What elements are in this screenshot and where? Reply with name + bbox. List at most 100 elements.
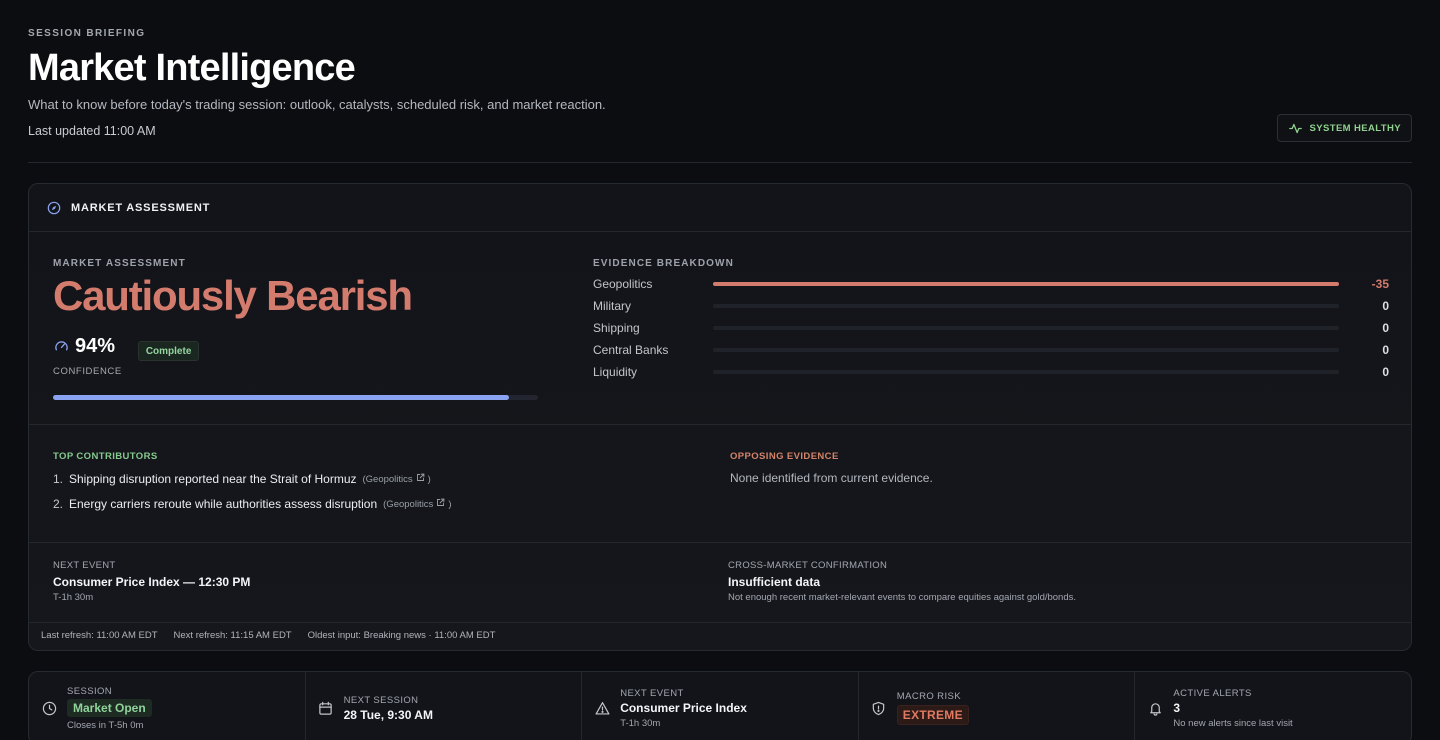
evidence-score: 0 [1382,299,1389,313]
source-link[interactable]: (Geopolitics) [363,473,431,485]
stat-active-alerts[interactable]: ACTIVE ALERTS 3 No new alerts since last… [1135,672,1411,740]
next-event-stat-value: Consumer Price Index [620,700,747,715]
list-item-number: 1. [53,472,64,486]
evidence-score: 0 [1382,321,1389,335]
bell-icon [1147,700,1163,716]
evidence-bar [713,348,1339,352]
calendar-icon [318,700,334,716]
assessment-verdict: Cautiously Bearish [53,272,413,319]
clock-icon [41,700,57,716]
source-tag-label: (Geopolitics [362,473,413,485]
next-event-stat-sub: T-1h 30m [620,717,661,729]
next-session-value: 28 Tue, 9:30 AM [343,707,433,722]
contributor-text: Shipping disruption reported near the St… [69,472,357,486]
card-header: MARKET ASSESSMENT [29,184,1411,232]
evidence-title: EVIDENCE BREAKDOWN [593,258,734,269]
session-caption: SESSION [67,685,113,697]
source-tag-label: (Geopolitics [383,498,434,510]
system-health-label: SYSTEM HEALTHY [1309,122,1401,134]
evidence-bar [713,282,1339,286]
gauge-icon [53,339,69,355]
oldest-input: Oldest input: Breaking news · 11:00 AM E… [307,630,496,641]
list-item: 1. Shipping disruption reported near the … [53,472,693,486]
session-sub: Closes in T-5h 0m [67,719,144,731]
cross-market-caption: CROSS-MARKET CONFIRMATION [728,560,888,571]
evidence-category: Military [593,299,631,313]
evidence-score: 0 [1382,365,1389,379]
confidence-block: 94% CONFIDENCE [53,335,122,377]
evidence-category: Liquidity [593,365,638,379]
evidence-bar [713,326,1339,330]
evidence-row: Central Banks 0 [593,339,1389,361]
page-header: SESSION BRIEFING Market Intelligence Wha… [28,28,1412,138]
confidence-value-line: 94% [53,335,122,358]
card-header-title: MARKET ASSESSMENT [71,201,211,214]
next-event-block: NEXT EVENT Consumer Price Index — 12:30 … [53,560,250,603]
evidence-category: Shipping [593,321,640,335]
list-item: 2. Energy carriers reroute while authorit… [53,497,693,511]
status-bar: SESSION Market Open Closes in T-5h 0m NE… [28,671,1412,740]
opposing-evidence: OPPOSING EVIDENCE None identified from c… [730,451,1370,485]
evidence-score: -35 [1371,277,1389,291]
next-event-countdown: T-1h 30m [53,592,94,603]
next-session-caption: NEXT SESSION [343,694,419,706]
shield-alert-icon [871,700,887,716]
list-item-number: 2. [53,497,64,511]
evidence-bar-fill [713,282,1339,286]
top-contributors-title: TOP CONTRIBUTORS [53,451,158,462]
evidence-category: Geopolitics [593,277,653,291]
evidence-bar [713,370,1339,374]
stat-session[interactable]: SESSION Market Open Closes in T-5h 0m [29,672,306,740]
activity-icon [1288,120,1304,136]
assessment-summary: MARKET ASSESSMENT Cautiously Bearish 94%… [53,258,543,377]
evidence-row: Military 0 [593,295,1389,317]
active-alerts-caption: ACTIVE ALERTS [1173,687,1252,699]
external-link-icon [416,473,425,485]
stat-macro-risk[interactable]: MACRO RISK EXTREME [859,672,1136,740]
cross-market-block: CROSS-MARKET CONFIRMATION Insufficient d… [728,560,1076,603]
cross-market-title: Insufficient data [728,575,821,589]
top-contributors: TOP CONTRIBUTORS 1. Shipping disruption r… [53,451,693,511]
next-event-caption: NEXT EVENT [53,560,116,571]
stat-next-event[interactable]: NEXT EVENT Consumer Price Index T-1h 30m [582,672,859,740]
macro-risk-caption: MACRO RISK [896,691,961,702]
section-divider [29,542,1411,543]
evidence-row: Geopolitics -35 [593,273,1389,295]
evidence-row: Shipping 0 [593,317,1389,339]
confidence-value: 94% [75,335,116,357]
status-badge: Complete [137,341,200,361]
stat-next-session[interactable]: NEXT SESSION 28 Tue, 9:30 AM [306,672,583,740]
evidence-bar [713,304,1339,308]
evidence-row: Liquidity 0 [593,361,1389,383]
next-refresh: Next refresh: 11:15 AM EDT [173,630,292,641]
macro-risk-badge: EXTREME [896,705,969,725]
source-tag-paren: ) [427,473,431,485]
evidence-breakdown: EVIDENCE BREAKDOWN Geopolitics -35 Militar… [593,258,1389,383]
evidence-score: 0 [1382,343,1389,357]
page-subtitle: What to know before today's trading sess… [28,97,606,112]
confidence-bar [53,395,538,400]
market-assessment-card: MARKET ASSESSMENT MARKET ASSESSMENT Caut… [28,183,1412,651]
contributor-text: Energy carriers reroute while authoritie… [69,497,378,511]
next-event-title: Consumer Price Index — 12:30 PM [53,575,251,589]
header-divider [28,162,1412,163]
confidence-label: CONFIDENCE [53,366,122,377]
system-health-badge[interactable]: SYSTEM HEALTHY [1276,114,1412,142]
session-status-badge: Market Open [67,698,152,717]
confidence-row: 94% CONFIDENCE Complete [53,335,543,377]
last-updated: Last updated 11:00 AM [28,124,156,138]
evidence-category: Central Banks [593,343,669,357]
active-alerts-sub: No new alerts since last visit [1173,717,1293,729]
last-refresh: Last refresh: 11:00 AM EDT [41,630,158,641]
source-link[interactable]: (Geopolitics) [383,498,451,510]
page-title: Market Intelligence [28,47,356,89]
active-alerts-count: 3 [1173,700,1181,715]
assessment-label: MARKET ASSESSMENT [53,258,186,269]
opposing-evidence-title: OPPOSING EVIDENCE [730,451,839,462]
external-link-icon [436,498,445,510]
confidence-bar-fill [53,395,509,400]
section-divider [29,622,1411,623]
cross-market-detail: Not enough recent market-relevant events… [728,592,1077,603]
opposing-evidence-text: None identified from current evidence. [730,471,933,485]
page-eyebrow: SESSION BRIEFING [28,28,146,39]
